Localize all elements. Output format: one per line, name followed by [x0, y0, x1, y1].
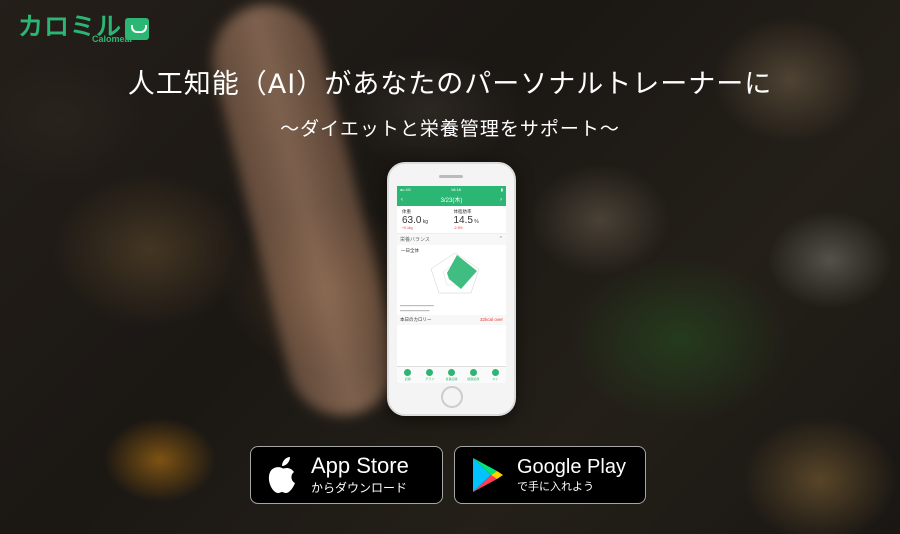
app-store-title: App Store	[311, 453, 409, 478]
weight-diff: +0.1kg	[402, 226, 413, 230]
tab-meal: 食事記録	[441, 367, 463, 383]
app-store-subtitle: からダウンロード	[311, 481, 408, 495]
tab-my: マイ	[484, 367, 506, 383]
logo-subtext: Calomeal	[92, 34, 133, 44]
tab-record: 記録	[397, 367, 419, 383]
calorie-bar: 本日のカロリー 32kcal over	[397, 315, 506, 325]
google-play-button[interactable]: Google Play で手に入れよう	[454, 446, 646, 504]
chevron-up-icon: ⌃	[498, 236, 503, 242]
phone-statusbar: au 4G 18:18 ▮	[397, 186, 506, 193]
bodyfat-diff: -2.5%	[453, 226, 463, 230]
google-play-icon	[473, 458, 503, 492]
status-carrier: au 4G	[400, 187, 411, 192]
google-play-subtitle: で手に入れよう	[517, 480, 594, 493]
google-play-title: Google Play	[517, 456, 626, 478]
advice-note: ━━━━━━━━━━━━━━━━ ━━━━━━━━━━━━━━	[400, 304, 434, 313]
phone-home-button	[441, 386, 463, 408]
nutrition-section-title: 栄養バランス	[400, 237, 430, 243]
tab-graph: グラフ	[419, 367, 441, 383]
calorie-label: 本日のカロリー	[400, 317, 432, 322]
bodyfat-metric: 体脂肪率 14.5 % -2.5%	[452, 208, 504, 231]
phone-speaker	[439, 175, 463, 178]
weight-value: 63.0	[402, 215, 422, 226]
phone-mockup: au 4G 18:18 ▮ ‹ 3/23(木) › 体重 63.0 kg +0.…	[387, 162, 516, 416]
phone-screen: au 4G 18:18 ▮ ‹ 3/23(木) › 体重 63.0 kg +0.…	[397, 186, 506, 383]
weight-metric: 体重 63.0 kg +0.1kg	[400, 208, 452, 231]
weight-unit: kg	[422, 219, 429, 225]
hero-headline: 人工知能（AI）があなたのパーソナルトレーナーに	[127, 69, 773, 100]
date-label: 3/23(木)	[440, 198, 463, 204]
phone-navbar: ‹ 3/23(木) ›	[397, 193, 506, 206]
radar-selector: 一日全体	[401, 248, 419, 253]
status-time: 18:18	[450, 187, 461, 192]
phone-tabbar: 記録 グラフ 食事記録 健康記録 マイ	[397, 366, 506, 383]
bodyfat-value: 14.5	[453, 215, 473, 226]
apple-icon	[268, 457, 295, 493]
bodyfat-unit: %	[474, 219, 479, 225]
nutrition-section-header: 栄養バランス ⌃	[397, 234, 506, 245]
body-metrics: 体重 63.0 kg +0.1kg 体脂肪率 14.5 % -2.5%	[397, 206, 506, 234]
hero-subheadline: 〜ダイエットと栄養管理をサポート〜	[280, 118, 620, 140]
battery-icon: ▮	[500, 187, 503, 192]
tab-health: 健康記録	[462, 367, 484, 383]
nutrition-radar: 一日全体	[397, 245, 506, 303]
chevron-left-icon: ‹	[401, 196, 403, 203]
app-store-button[interactable]: App Store からダウンロード	[250, 446, 443, 504]
calorie-status: 32kcal over	[479, 317, 503, 322]
chevron-right-icon: ›	[500, 196, 502, 203]
